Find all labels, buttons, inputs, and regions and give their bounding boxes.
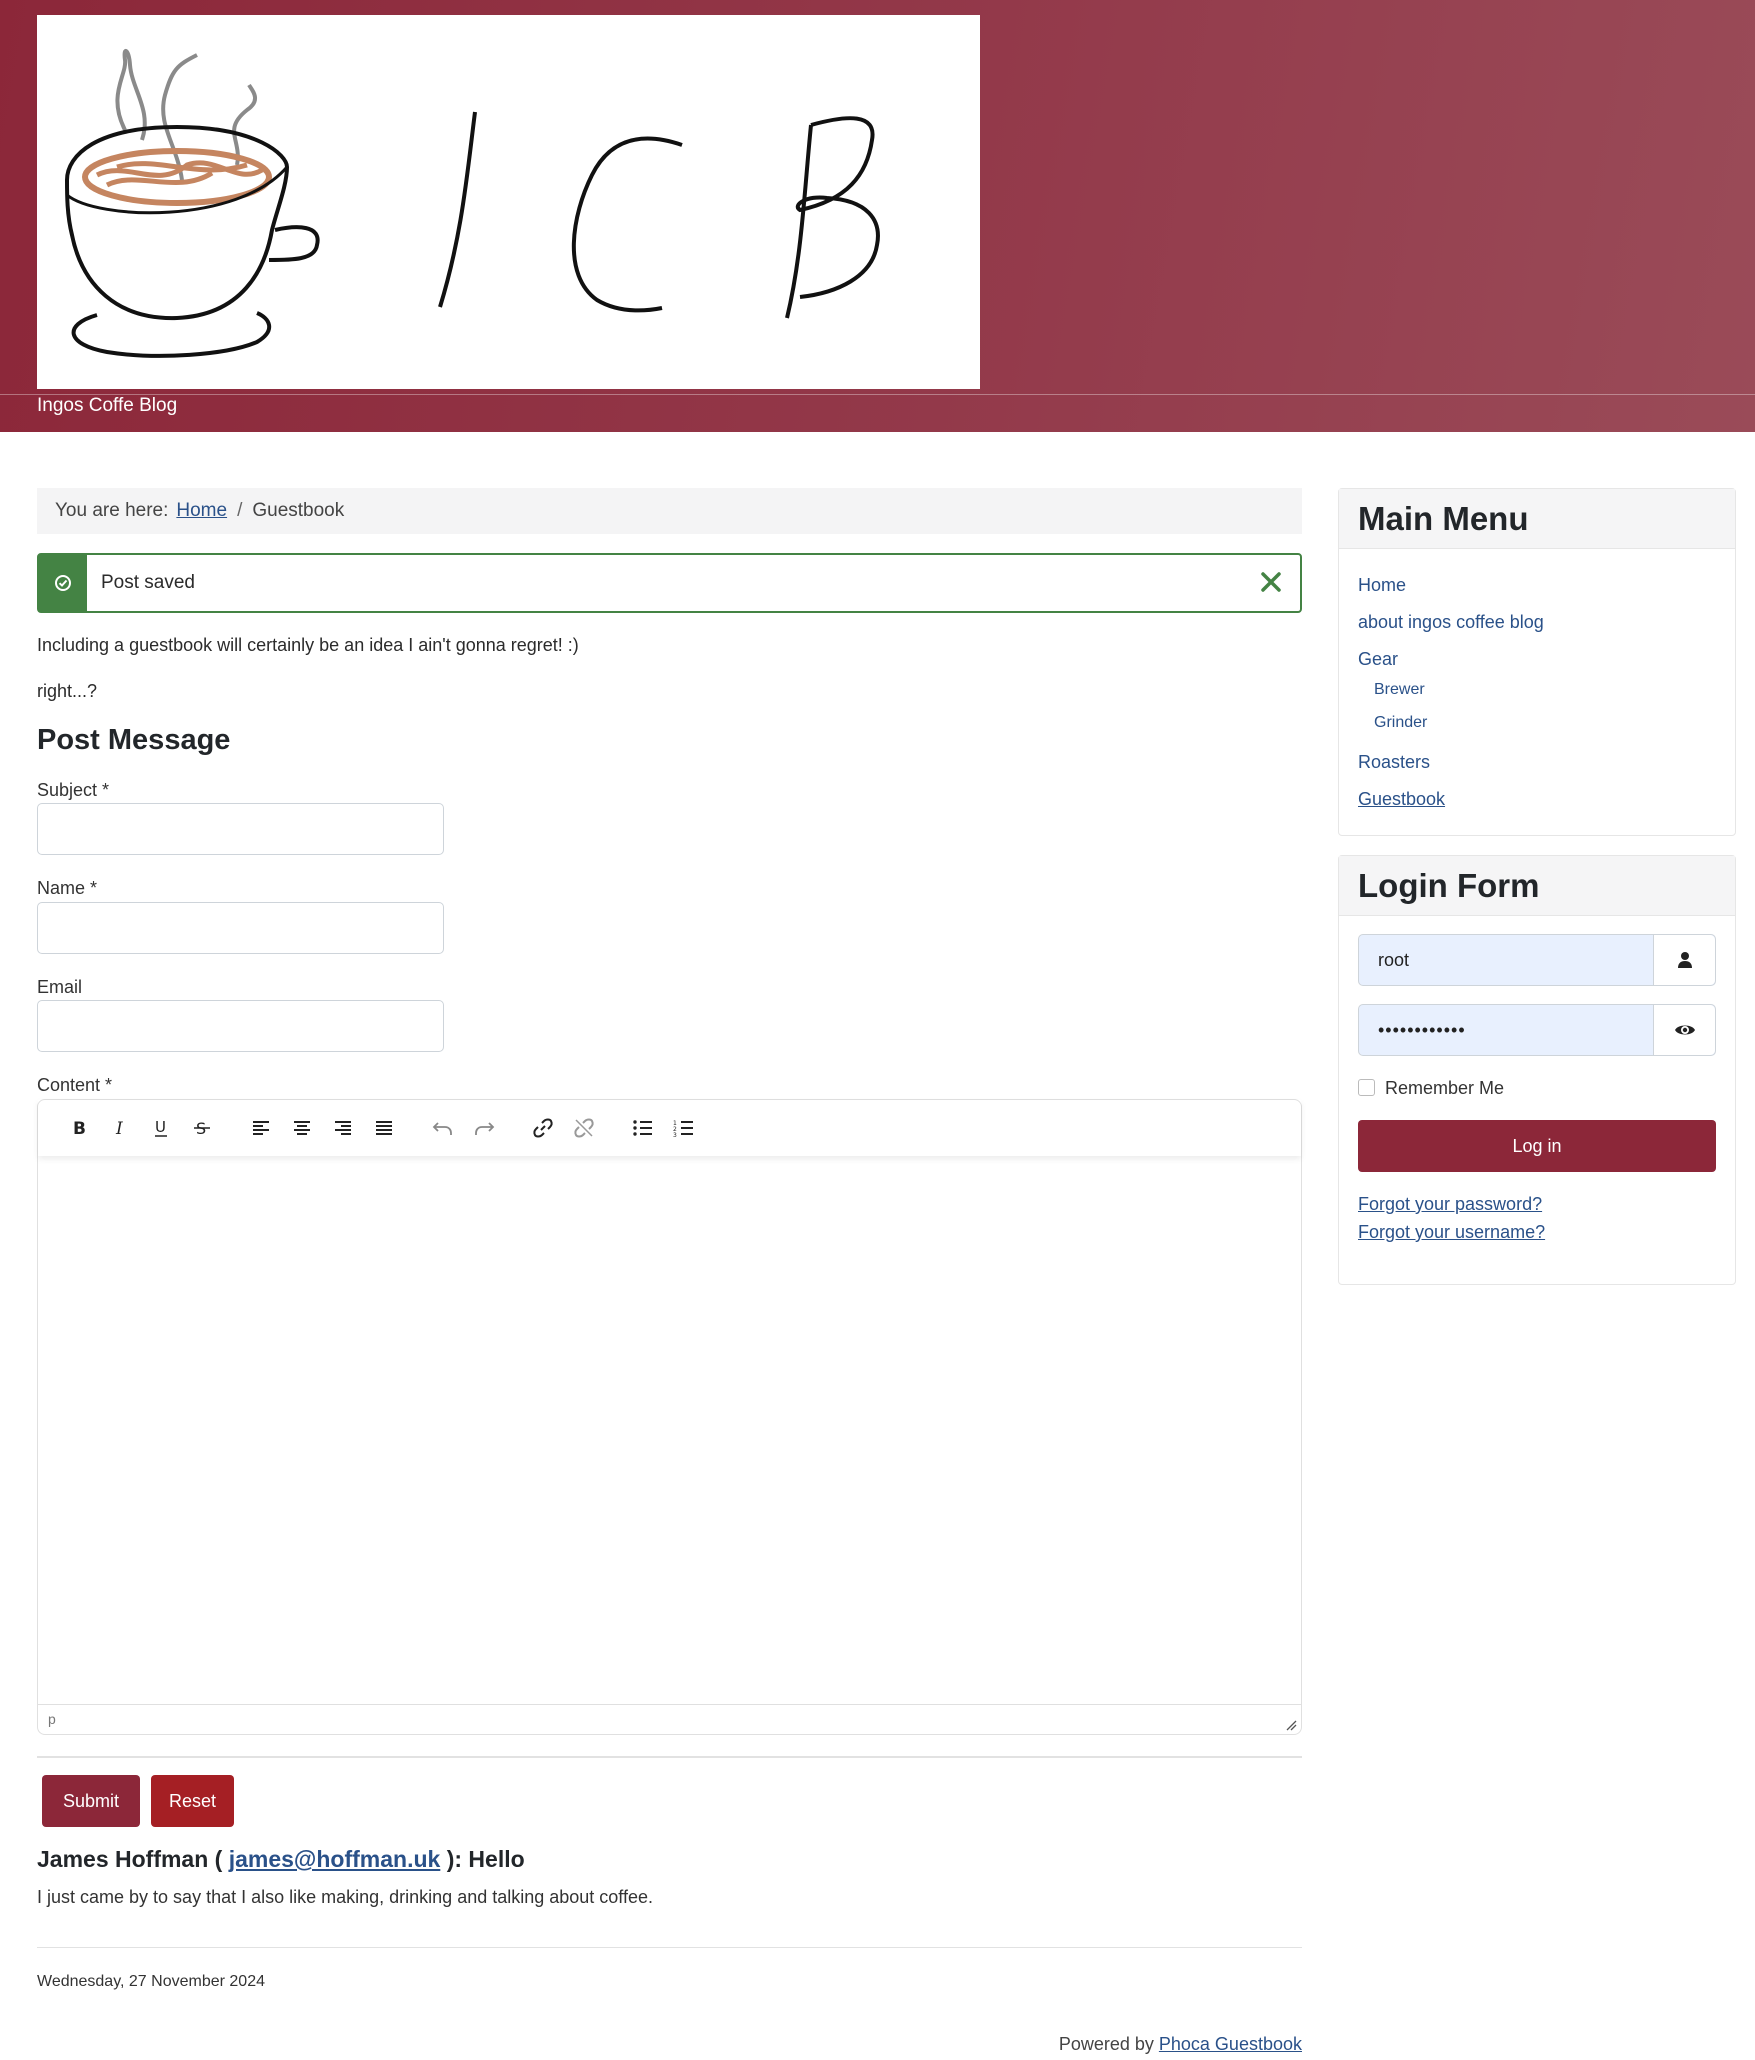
numbered-list-icon[interactable]: 123 — [667, 1112, 700, 1145]
intro-text-2: right...? — [37, 681, 98, 701]
site-logo[interactable] — [37, 15, 980, 389]
menu-item-guestbook[interactable]: Guestbook — [1358, 789, 1445, 810]
header-divider — [0, 394, 1755, 395]
subject-label: Subject * — [37, 780, 110, 800]
site-header: Ingos Coffe Blog — [0, 0, 1755, 432]
breadcrumb-home-link[interactable]: Home — [176, 500, 227, 522]
email-label: Email — [37, 977, 83, 997]
menu-item-roasters[interactable]: Roasters — [1358, 752, 1430, 773]
forgot-username-link[interactable]: Forgot your username? — [1358, 1222, 1545, 1243]
subject-input[interactable] — [37, 803, 444, 855]
form-divider — [37, 1756, 1302, 1758]
svg-text:B: B — [73, 1119, 86, 1138]
powered-by-prefix: Powered by — [1058, 2034, 1154, 2054]
bold-icon[interactable]: B — [62, 1112, 95, 1145]
remember-me-checkbox[interactable] — [1358, 1079, 1375, 1096]
align-justify-icon[interactable] — [367, 1112, 400, 1145]
close-icon[interactable] — [1258, 569, 1284, 595]
success-alert: Post saved — [37, 553, 1302, 613]
login-form-card: Login Form root •••••••••••• Remember Me… — [1338, 855, 1736, 1285]
site-name[interactable]: Ingos Coffe Blog — [37, 395, 177, 417]
login-form-title: Login Form — [1339, 856, 1735, 916]
menu-item-brewer[interactable]: Brewer — [1374, 681, 1425, 699]
entry-title: James Hoffman ( james@hoffman.uk ): Hell… — [37, 1846, 525, 1873]
forgot-password-link[interactable]: Forgot your password? — [1358, 1194, 1542, 1215]
username-input[interactable]: root — [1358, 934, 1716, 986]
entry-email-link[interactable]: james@hoffman.uk — [229, 1846, 441, 1872]
align-right-icon[interactable] — [326, 1112, 359, 1145]
redo-icon[interactable] — [467, 1112, 500, 1145]
bullet-list-icon[interactable] — [626, 1112, 659, 1145]
breadcrumb-prefix: You are here: — [55, 500, 169, 521]
entry-body: I just came by to say that I also like m… — [37, 1887, 654, 1907]
password-input[interactable]: •••••••••••• — [1358, 1004, 1716, 1056]
eye-icon[interactable] — [1653, 1005, 1715, 1055]
editor-path: p — [48, 1711, 56, 1727]
strikethrough-icon[interactable]: S — [185, 1112, 218, 1145]
entry-author: James Hoffman ( — [37, 1846, 223, 1872]
phoca-guestbook-link[interactable]: Phoca Guestbook — [1159, 2034, 1302, 2054]
align-left-icon[interactable] — [244, 1112, 277, 1145]
underline-icon[interactable]: U — [144, 1112, 177, 1145]
align-center-icon[interactable] — [285, 1112, 318, 1145]
entry-divider — [37, 1947, 1302, 1948]
coffee-cup-logo-image — [64, 49, 880, 358]
link-icon[interactable] — [526, 1112, 559, 1145]
reset-button[interactable]: Reset — [151, 1775, 234, 1827]
alert-message: Post saved — [101, 572, 195, 593]
menu-item-grinder[interactable]: Grinder — [1374, 714, 1427, 732]
entry-subject: ): Hello — [446, 1846, 525, 1872]
check-circle-icon — [39, 555, 87, 611]
remember-me-label: Remember Me — [1385, 1078, 1505, 1098]
log-in-button[interactable]: Log in — [1358, 1120, 1716, 1172]
user-icon — [1653, 935, 1715, 985]
content-label: Content * — [37, 1075, 113, 1095]
undo-icon[interactable] — [426, 1112, 459, 1145]
name-label: Name * — [37, 878, 98, 898]
editor-statusbar: p — [38, 1704, 1301, 1734]
menu-item-gear[interactable]: Gear — [1358, 649, 1398, 670]
powered-by: Powered by Phoca Guestbook — [1059, 2034, 1302, 2055]
email-input[interactable] — [37, 1000, 444, 1052]
italic-icon[interactable]: I — [103, 1112, 136, 1145]
entry-date: Wednesday, 27 November 2024 — [37, 1973, 265, 1990]
breadcrumb-current: Guestbook — [252, 500, 345, 521]
main-menu-title: Main Menu — [1339, 489, 1735, 549]
content-editor[interactable]: B I U S 123 p — [37, 1099, 1302, 1735]
breadcrumb-separator: / — [237, 500, 243, 521]
main-menu-card: Main Menu Home about ingos coffee blog G… — [1338, 488, 1736, 836]
menu-item-home[interactable]: Home — [1358, 575, 1406, 596]
editor-toolbar: B I U S 123 — [38, 1100, 1301, 1156]
svg-text:U: U — [155, 1118, 166, 1136]
resize-handle-icon[interactable] — [1285, 1718, 1297, 1731]
svg-text:3: 3 — [673, 1132, 677, 1138]
breadcrumb: You are here: Home / Guestbook — [37, 488, 1302, 534]
submit-button[interactable]: Submit — [42, 1775, 140, 1827]
username-value: root — [1378, 949, 1410, 970]
unlink-icon[interactable] — [567, 1112, 600, 1145]
intro-text: Including a guestbook will certainly be … — [37, 635, 579, 655]
name-input[interactable] — [37, 902, 444, 954]
post-message-heading: Post Message — [37, 724, 231, 756]
menu-item-about[interactable]: about ingos coffee blog — [1358, 612, 1544, 633]
password-value: •••••••••••• — [1378, 1019, 1466, 1040]
svg-text:I: I — [115, 1119, 123, 1138]
